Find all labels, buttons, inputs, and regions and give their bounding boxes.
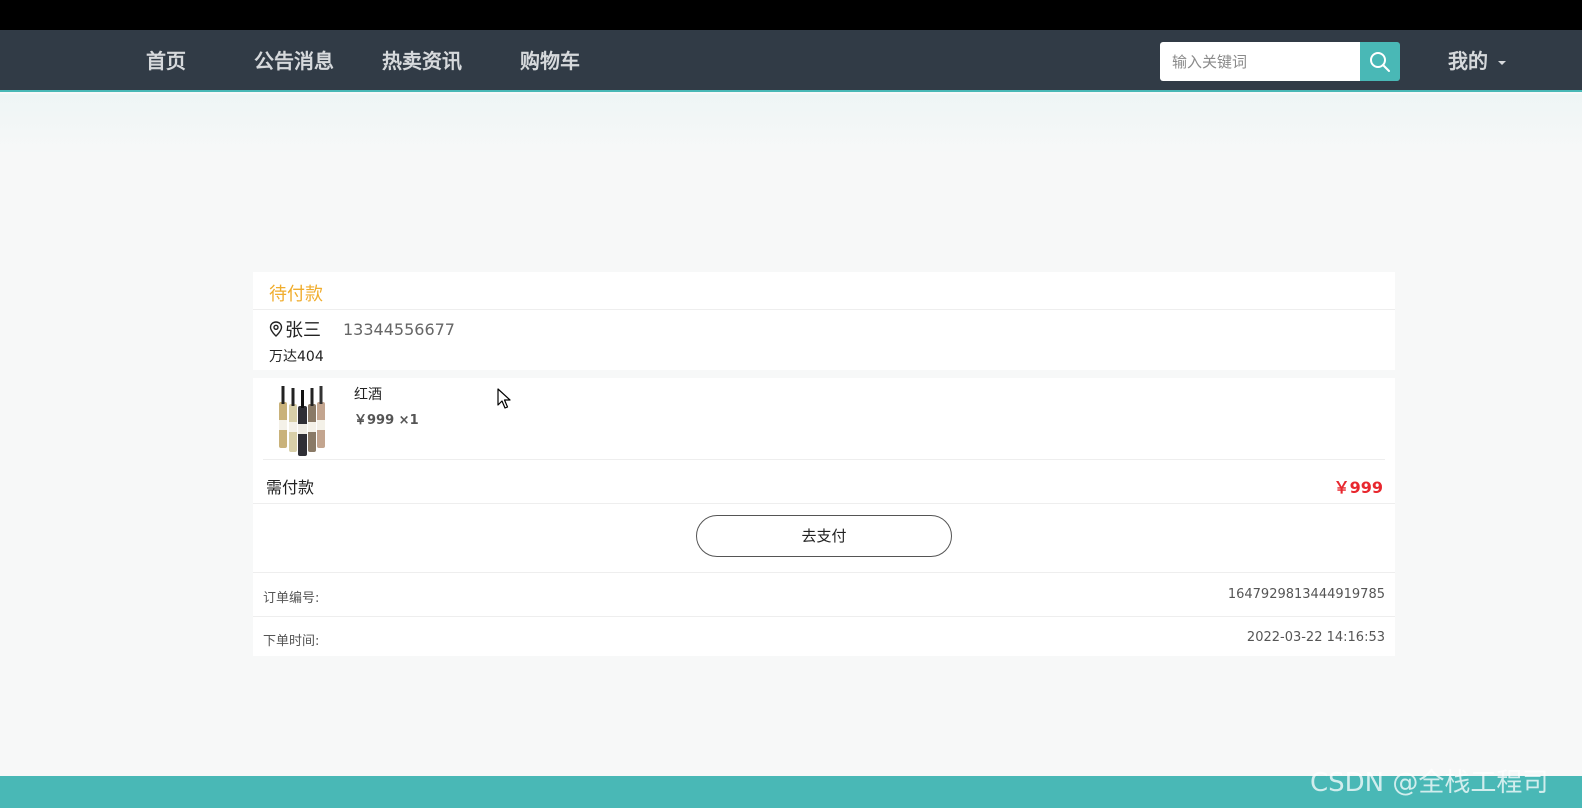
product-name[interactable]: 红酒 [354,384,382,404]
my-account-menu[interactable]: 我的 [1448,30,1506,92]
divider [253,616,1395,617]
nav-announcements[interactable]: 公告消息 [254,30,334,92]
recipient-phone: 13344556677 [343,319,455,339]
product-quantity: ×1 [398,413,419,428]
order-status: 待付款 [269,284,323,305]
divider [253,309,1395,310]
product-price: ￥999 [354,413,395,428]
location-pin-icon [269,321,283,337]
divider [253,572,1395,573]
mouse-cursor-icon [497,388,511,409]
order-time-label: 下单时间: [263,634,320,649]
divider [253,503,1395,504]
search-button[interactable] [1360,42,1400,81]
wine-bottles-image[interactable] [273,382,333,457]
order-card: 红酒 ￥999 ×1 需付款 ￥999 去支付 订单编号: 1647929813… [253,378,1395,656]
pay-button[interactable]: 去支付 [696,515,952,557]
need-pay-label: 需付款 [266,478,315,497]
watermark-text: CSDN @全栈工程司 [1310,768,1549,798]
nav-hot-news[interactable]: 热卖资讯 [382,30,462,92]
divider [263,459,1385,460]
recipient-name: 张三 [285,320,321,341]
my-account-label: 我的 [1448,49,1488,73]
order-number-label: 订单编号: [263,591,320,606]
caret-down-icon [1498,60,1506,65]
order-time-value: 2022-03-22 14:16:53 [1246,630,1385,645]
address-card: 待付款 张三 13344556677 万达404 [253,272,1395,370]
product-price-line: ￥999 ×1 [354,409,419,428]
navbar: 首页 公告消息 热卖资讯 购物车 我的 [0,30,1582,92]
search-icon [1370,51,1390,72]
top-black-bar [0,0,1582,30]
nav-cart[interactable]: 购物车 [520,30,580,92]
search-input[interactable] [1160,42,1360,81]
recipient-line: 张三 13344556677 [269,316,455,342]
header-gradient-band [0,94,1582,154]
recipient-address: 万达404 [269,349,324,365]
need-pay-amount: ￥999 [1333,478,1383,497]
order-number-value: 1647929813444919785 [1227,587,1385,602]
nav-home[interactable]: 首页 [146,30,186,92]
